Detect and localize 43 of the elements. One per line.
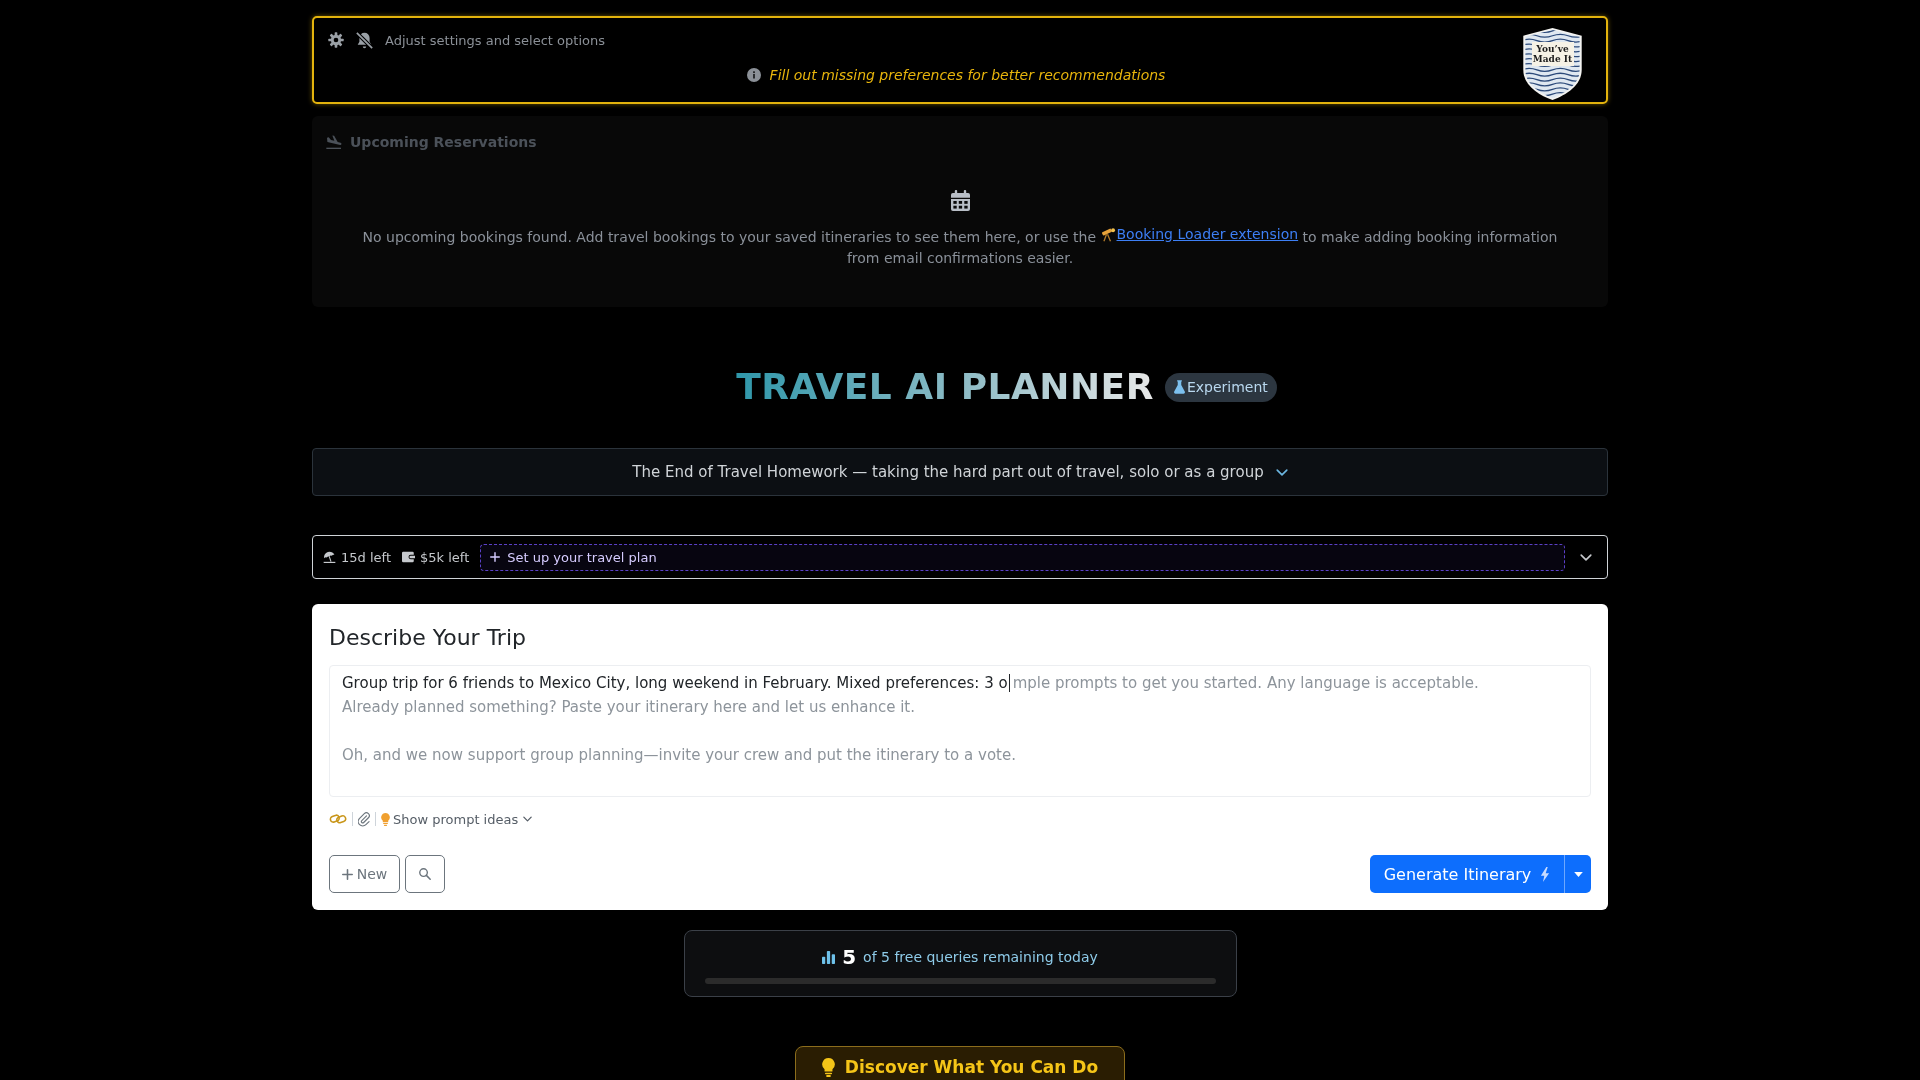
stat-label: $5k left xyxy=(420,549,470,565)
card-heading: Describe Your Trip xyxy=(329,624,526,652)
notice-text: Fill out missing preferences for better recommendations xyxy=(769,67,1166,83)
plus-icon xyxy=(341,868,353,880)
caret-down-icon xyxy=(1573,871,1583,877)
lightbulb-icon xyxy=(821,1057,835,1077)
lightning-bolt-icon xyxy=(1540,866,1551,882)
telescope-icon xyxy=(1100,227,1116,242)
generate-itinerary-button[interactable]: Generate Itinerary xyxy=(1370,855,1564,893)
empty-state-message: No upcoming bookings found. Add travel bookings to your saved itineraries to see them here, or use the Booking Loader extension to make adding booking information from email confirmations easier. xyxy=(361,227,1559,268)
prompt-ideas-toggle[interactable]: Show prompt ideas xyxy=(381,811,533,827)
extension-link[interactable]: Booking Loader extension xyxy=(1116,226,1299,242)
flask-icon xyxy=(1173,380,1185,394)
chevron-down-icon[interactable] xyxy=(1580,553,1592,561)
tagline-toggle[interactable]: The End of Travel Homework — taking the hard part out of travel, solo or as a group xyxy=(312,448,1608,496)
settings-hint: Adjust settings and select options xyxy=(385,32,605,48)
dropdown-toggle-button[interactable] xyxy=(1564,855,1591,893)
setup-plan-button[interactable]: Set up your travel plan xyxy=(480,543,1565,571)
wallet-icon xyxy=(402,551,415,563)
plane-landing-icon xyxy=(326,135,342,149)
chevron-down-icon xyxy=(1275,468,1288,476)
stat-label: 15d left xyxy=(341,549,391,565)
info-icon xyxy=(746,68,761,82)
achievement-badge[interactable]: You’ve Made It xyxy=(1521,27,1584,101)
bell-slash-icon[interactable] xyxy=(356,31,373,49)
trip-description-field[interactable]: Group trip for 6 friends to Mexico City, long weekend in February. Mixed preferences: 3 o mple prompts to get you started. Any language is acceptable. Already planned something? Paste your itinerary here and let us enhance it. Oh, and we now support group planning—invite your crew and put the itinerary to a vote. xyxy=(329,665,1591,797)
search-button[interactable] xyxy=(405,855,445,893)
queries-count: 5 xyxy=(842,945,857,969)
beach-umbrella-icon xyxy=(323,551,336,563)
search-icon xyxy=(419,868,431,880)
new-button[interactable]: New xyxy=(329,855,400,893)
queries-remaining-text: of 5 free queries remaining today xyxy=(863,949,1098,965)
link-icon[interactable] xyxy=(329,813,347,825)
chevron-down-icon xyxy=(523,816,533,822)
experiment-label: Experiment xyxy=(1186,379,1268,395)
section-heading: Upcoming Reservations xyxy=(350,133,537,151)
lightbulb-icon xyxy=(381,812,390,826)
calendar-icon xyxy=(950,190,970,211)
bar-chart-icon xyxy=(822,950,836,964)
discover-button[interactable]: Discover What You Can Do xyxy=(794,1046,1126,1080)
paperclip-icon[interactable] xyxy=(358,811,370,827)
settings-icon[interactable] xyxy=(328,32,344,48)
plus-icon xyxy=(490,552,501,562)
